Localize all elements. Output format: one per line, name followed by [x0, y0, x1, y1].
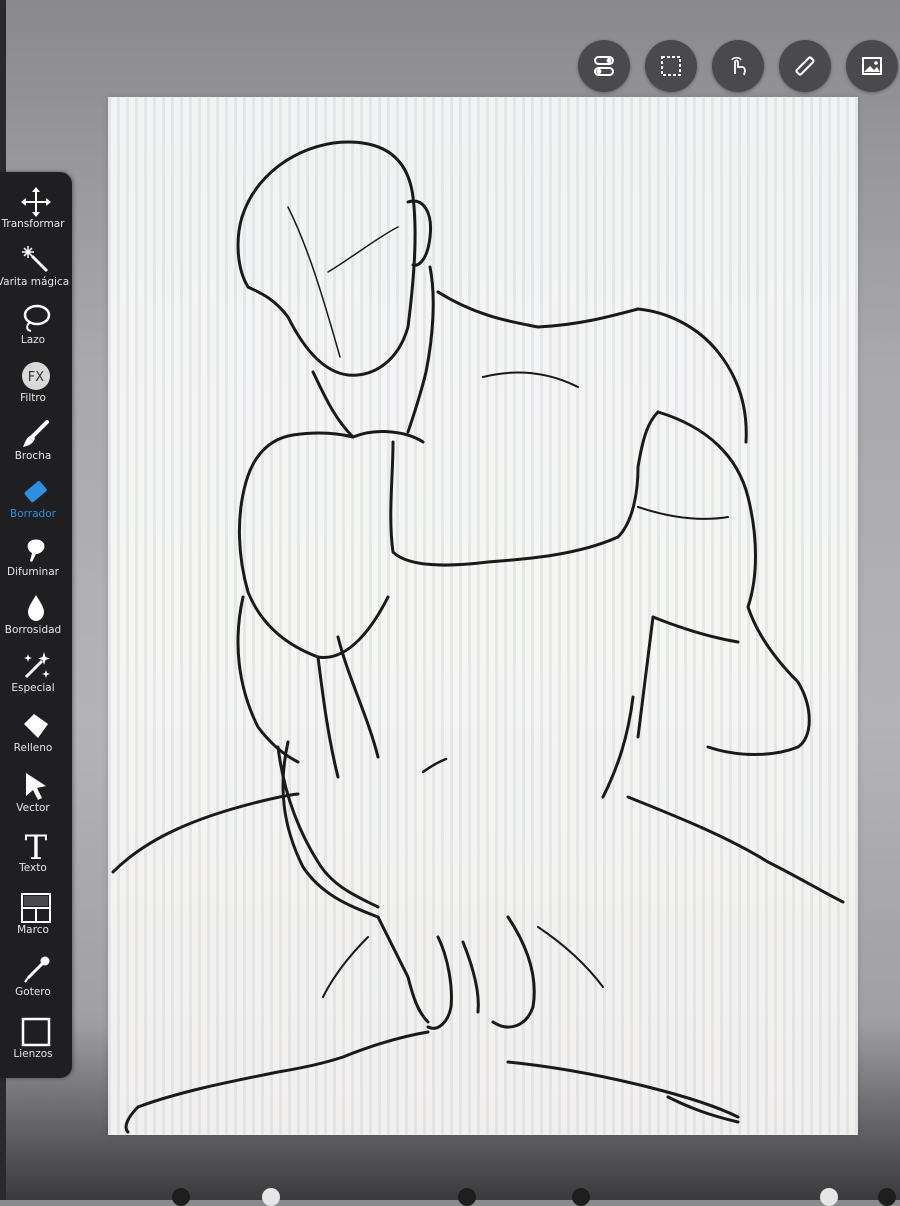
tool-label: Relleno — [13, 742, 53, 754]
smudge-icon — [27, 539, 45, 562]
ruler-icon — [795, 56, 815, 76]
text-glyph: T — [25, 830, 48, 862]
magic-wand-icon — [22, 246, 49, 273]
text-t-icon: T — [25, 830, 48, 862]
move-arrows-icon — [21, 187, 51, 217]
tool-lazo[interactable]: Lazo — [0, 300, 72, 358]
tool-label: Lazo — [20, 334, 46, 346]
brush-icon — [23, 420, 49, 447]
tool-filtro[interactable]: FX Filtro — [0, 358, 72, 416]
bottom-control-dot[interactable] — [458, 1188, 476, 1206]
tool-lienzos[interactable]: Lienzos — [0, 1014, 72, 1072]
layers-toggle-button[interactable] — [578, 40, 630, 92]
tool-borrador[interactable]: Borrador — [0, 474, 72, 532]
tool-label: Vector — [16, 802, 50, 814]
tool-label: Gotero — [15, 986, 51, 998]
tool-sidebar: Transformar Varita mágica Lazo FX Filtro… — [0, 172, 72, 1078]
touch-gesture-icon — [731, 57, 746, 76]
tool-label: Transformar — [1, 218, 65, 230]
bottom-control-dot[interactable] — [262, 1188, 280, 1206]
sparkle-wand-icon — [24, 652, 50, 679]
eyedropper-icon — [24, 956, 50, 983]
blur-drop-icon — [28, 595, 44, 621]
tool-vector[interactable]: Vector — [0, 768, 72, 826]
tool-label: Marco — [17, 924, 49, 936]
bottom-control-dot[interactable] — [878, 1188, 896, 1206]
tool-label: Especial — [11, 682, 55, 694]
bottom-control-dot[interactable] — [572, 1188, 590, 1206]
tool-varita-magica[interactable]: Varita mágica — [0, 242, 72, 300]
ruler-button[interactable] — [779, 40, 831, 92]
tool-borrosidad[interactable]: Borrosidad — [0, 590, 72, 648]
frame-panels-icon — [21, 893, 51, 923]
tool-relleno[interactable]: Relleno — [0, 708, 72, 766]
toggle-switches-icon — [594, 56, 614, 76]
tool-label: Borrador — [10, 508, 56, 520]
gesture-button[interactable] — [712, 40, 764, 92]
tool-label: Difuminar — [7, 566, 59, 578]
selection-marquee-icon — [661, 56, 681, 76]
fx-glyph: FX — [28, 370, 44, 385]
tool-brocha[interactable]: Brocha — [0, 416, 72, 474]
image-gallery-icon — [862, 57, 882, 75]
tool-transformar[interactable]: Transformar — [0, 184, 72, 242]
tool-gotero[interactable]: Gotero — [0, 952, 72, 1010]
tool-label: Borrosidad — [4, 624, 62, 636]
tool-difuminar[interactable]: Difuminar — [0, 532, 72, 590]
canvas-square-icon — [21, 1017, 51, 1047]
fill-bucket-icon — [24, 714, 48, 738]
bottom-control-dot[interactable] — [820, 1188, 838, 1206]
lasso-icon — [23, 304, 51, 332]
drawing-canvas[interactable] — [108, 97, 858, 1135]
gallery-button[interactable] — [846, 40, 898, 92]
eraser-icon — [24, 481, 47, 503]
tool-especial[interactable]: Especial — [0, 648, 72, 706]
tool-label: Varita mágica — [0, 276, 70, 288]
tool-texto[interactable]: T Texto — [0, 828, 72, 886]
figure-sketch — [111, 140, 845, 1134]
tool-label: Texto — [19, 862, 47, 874]
tool-label: Brocha — [14, 450, 52, 462]
tool-label: Filtro — [20, 392, 46, 404]
tool-label: Lienzos — [13, 1048, 53, 1060]
fx-filter-icon: FX — [22, 362, 50, 390]
selection-button[interactable] — [645, 40, 697, 92]
vector-cursor-icon — [26, 773, 46, 800]
tool-marco[interactable]: Marco — [0, 890, 72, 948]
bottom-control-dot[interactable] — [172, 1188, 190, 1206]
